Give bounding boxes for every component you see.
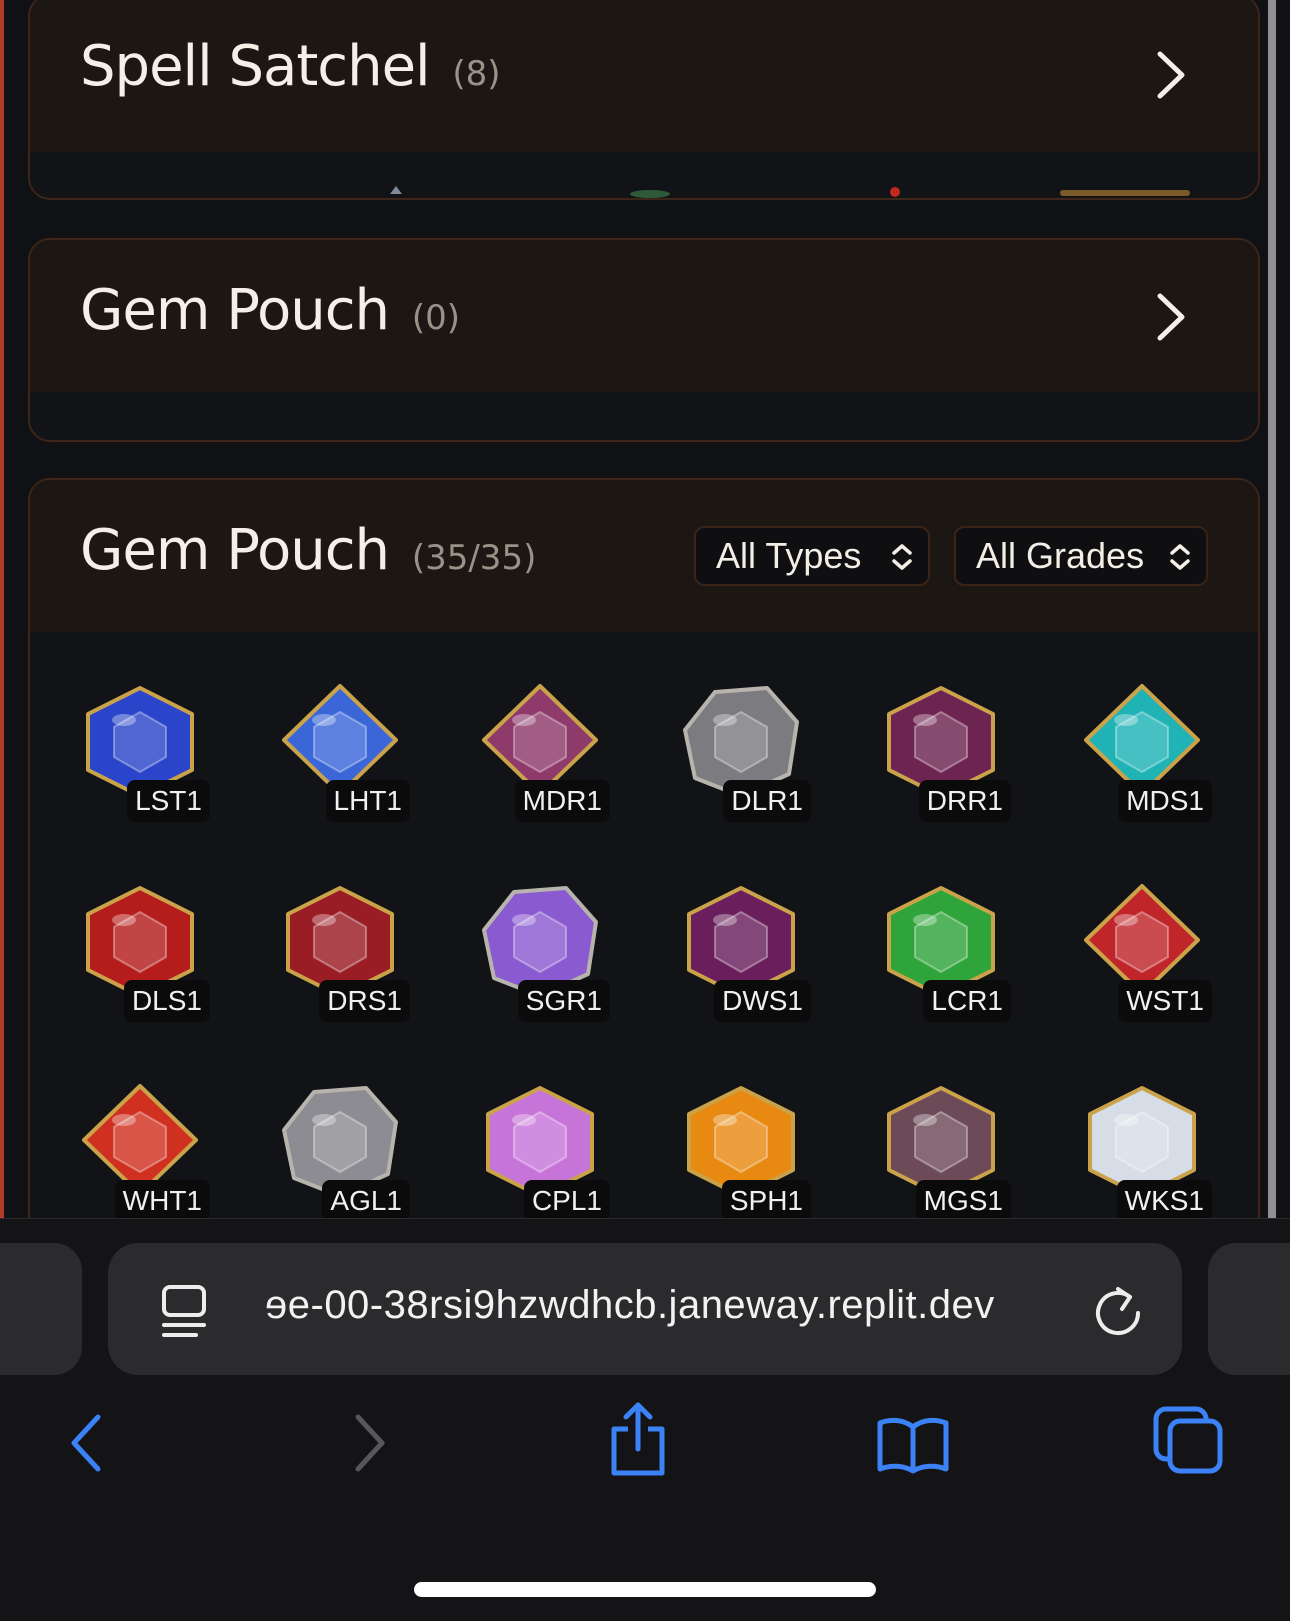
gem-pouch-empty-title: Gem Pouch (0) <box>80 278 460 343</box>
gem-code-label: CPL1 <box>523 1180 610 1218</box>
gem-code-label: WHT1 <box>114 1180 210 1218</box>
gem-item[interactable]: SPH1 <box>681 1082 811 1218</box>
spell-satchel-panel[interactable]: Spell Satchel (8) <box>28 0 1260 200</box>
gem-pouch-panel: Gem Pouch (35/35) All Types All Grades L… <box>28 478 1260 1218</box>
gem-item[interactable]: DRR1 <box>881 682 1011 822</box>
gem-pouch-count: (35/35) <box>411 538 537 578</box>
bookmarks-icon[interactable] <box>876 1415 950 1475</box>
gem-code-label: DWS1 <box>714 980 811 1022</box>
type-filter-select[interactable]: All Types <box>694 526 930 586</box>
left-edge-accent <box>0 0 4 1218</box>
gem-pouch-title-text: Gem Pouch <box>80 518 390 583</box>
spell-satchel-title: Spell Satchel (8) <box>80 34 501 99</box>
tabs-icon[interactable] <box>1152 1405 1224 1475</box>
type-filter-value: All Types <box>716 535 862 576</box>
gem-item[interactable]: LHT1 <box>280 682 410 822</box>
gem-item[interactable]: DLS1 <box>80 882 210 1022</box>
forward-icon <box>355 1414 385 1472</box>
gem-pouch-header: Gem Pouch (35/35) All Types All Grades <box>30 480 1258 632</box>
gem-item[interactable]: MDS1 <box>1082 682 1212 822</box>
gem-code-label: MGS1 <box>915 1180 1011 1218</box>
gem-item[interactable]: LCR1 <box>881 882 1011 1022</box>
gem-code-label: LST1 <box>127 780 210 822</box>
gem-pouch-empty-count: (0) <box>411 298 460 338</box>
gem-item[interactable]: AGL1 <box>280 1082 410 1218</box>
gem-code-label: DRS1 <box>319 980 410 1022</box>
address-bar[interactable]: ɘe-00-38rsi9hzwdhcb.janeway.replit.dev <box>108 1243 1182 1375</box>
gem-pouch-empty-header[interactable]: Gem Pouch (0) <box>30 240 1258 392</box>
gem-item[interactable]: MDR1 <box>480 682 610 822</box>
gem-item[interactable]: LST1 <box>80 682 210 822</box>
gem-item[interactable]: CPL1 <box>480 1082 610 1218</box>
gem-pouch-empty-panel[interactable]: Gem Pouch (0) <box>28 238 1260 442</box>
grade-filter-select[interactable]: All Grades <box>954 526 1208 586</box>
back-icon[interactable] <box>66 1411 106 1475</box>
gem-code-label: DRR1 <box>918 780 1011 822</box>
spell-satchel-header[interactable]: Spell Satchel (8) <box>30 0 1258 152</box>
browser-toolbar: ɘe-00-38rsi9hzwdhcb.janeway.replit.dev <box>0 1218 1290 1621</box>
grade-filter-value: All Grades <box>976 535 1145 576</box>
gem-code-label: SGR1 <box>517 980 610 1022</box>
spell-items-peek <box>390 186 1190 198</box>
reload-icon[interactable] <box>1092 1283 1144 1339</box>
select-arrows-icon <box>892 544 912 570</box>
gem-code-label: WKS1 <box>1116 1180 1212 1218</box>
gem-code-label: MDR1 <box>514 780 610 822</box>
gem-item[interactable]: DWS1 <box>681 882 811 1022</box>
gem-item[interactable]: SGR1 <box>480 882 610 1022</box>
gem-code-label: SPH1 <box>721 1180 811 1218</box>
next-tab-preview[interactable] <box>1208 1243 1290 1375</box>
gem-code-label: LHT1 <box>325 780 410 822</box>
share-icon[interactable] <box>606 1401 670 1477</box>
chevron-right-icon[interactable] <box>1154 292 1188 342</box>
gem-item[interactable]: MGS1 <box>881 1082 1011 1218</box>
spell-satchel-title-text: Spell Satchel <box>80 34 431 99</box>
gem-code-label: WST1 <box>1118 980 1212 1022</box>
page-content: Spell Satchel (8) Gem Pouch (0) Gem Pouc… <box>0 0 1290 1218</box>
gem-item[interactable]: DRS1 <box>280 882 410 1022</box>
home-indicator <box>414 1582 876 1597</box>
spell-satchel-count: (8) <box>452 54 501 94</box>
gem-code-label: MDS1 <box>1118 780 1212 822</box>
reader-mode-icon[interactable] <box>160 1283 208 1339</box>
url-text[interactable]: ɘe-00-38rsi9hzwdhcb.janeway.replit.dev <box>265 1283 995 1328</box>
gem-code-label: LCR1 <box>923 980 1011 1022</box>
gem-item[interactable]: WST1 <box>1082 882 1212 1022</box>
gem-pouch-title: Gem Pouch (35/35) <box>80 518 536 583</box>
gem-code-label: DLR1 <box>723 780 811 822</box>
scrollbar[interactable] <box>1268 0 1276 1218</box>
gem-item[interactable]: WHT1 <box>80 1082 210 1218</box>
gem-item[interactable]: WKS1 <box>1082 1082 1212 1218</box>
select-arrows-icon <box>1170 544 1190 570</box>
chevron-right-icon[interactable] <box>1154 50 1188 100</box>
gem-pouch-empty-title-text: Gem Pouch <box>80 278 390 343</box>
gem-item[interactable]: DLR1 <box>681 682 811 822</box>
gem-code-label: DLS1 <box>123 980 210 1022</box>
gem-code-label: AGL1 <box>322 1180 410 1218</box>
previous-tab-preview[interactable] <box>0 1243 82 1375</box>
